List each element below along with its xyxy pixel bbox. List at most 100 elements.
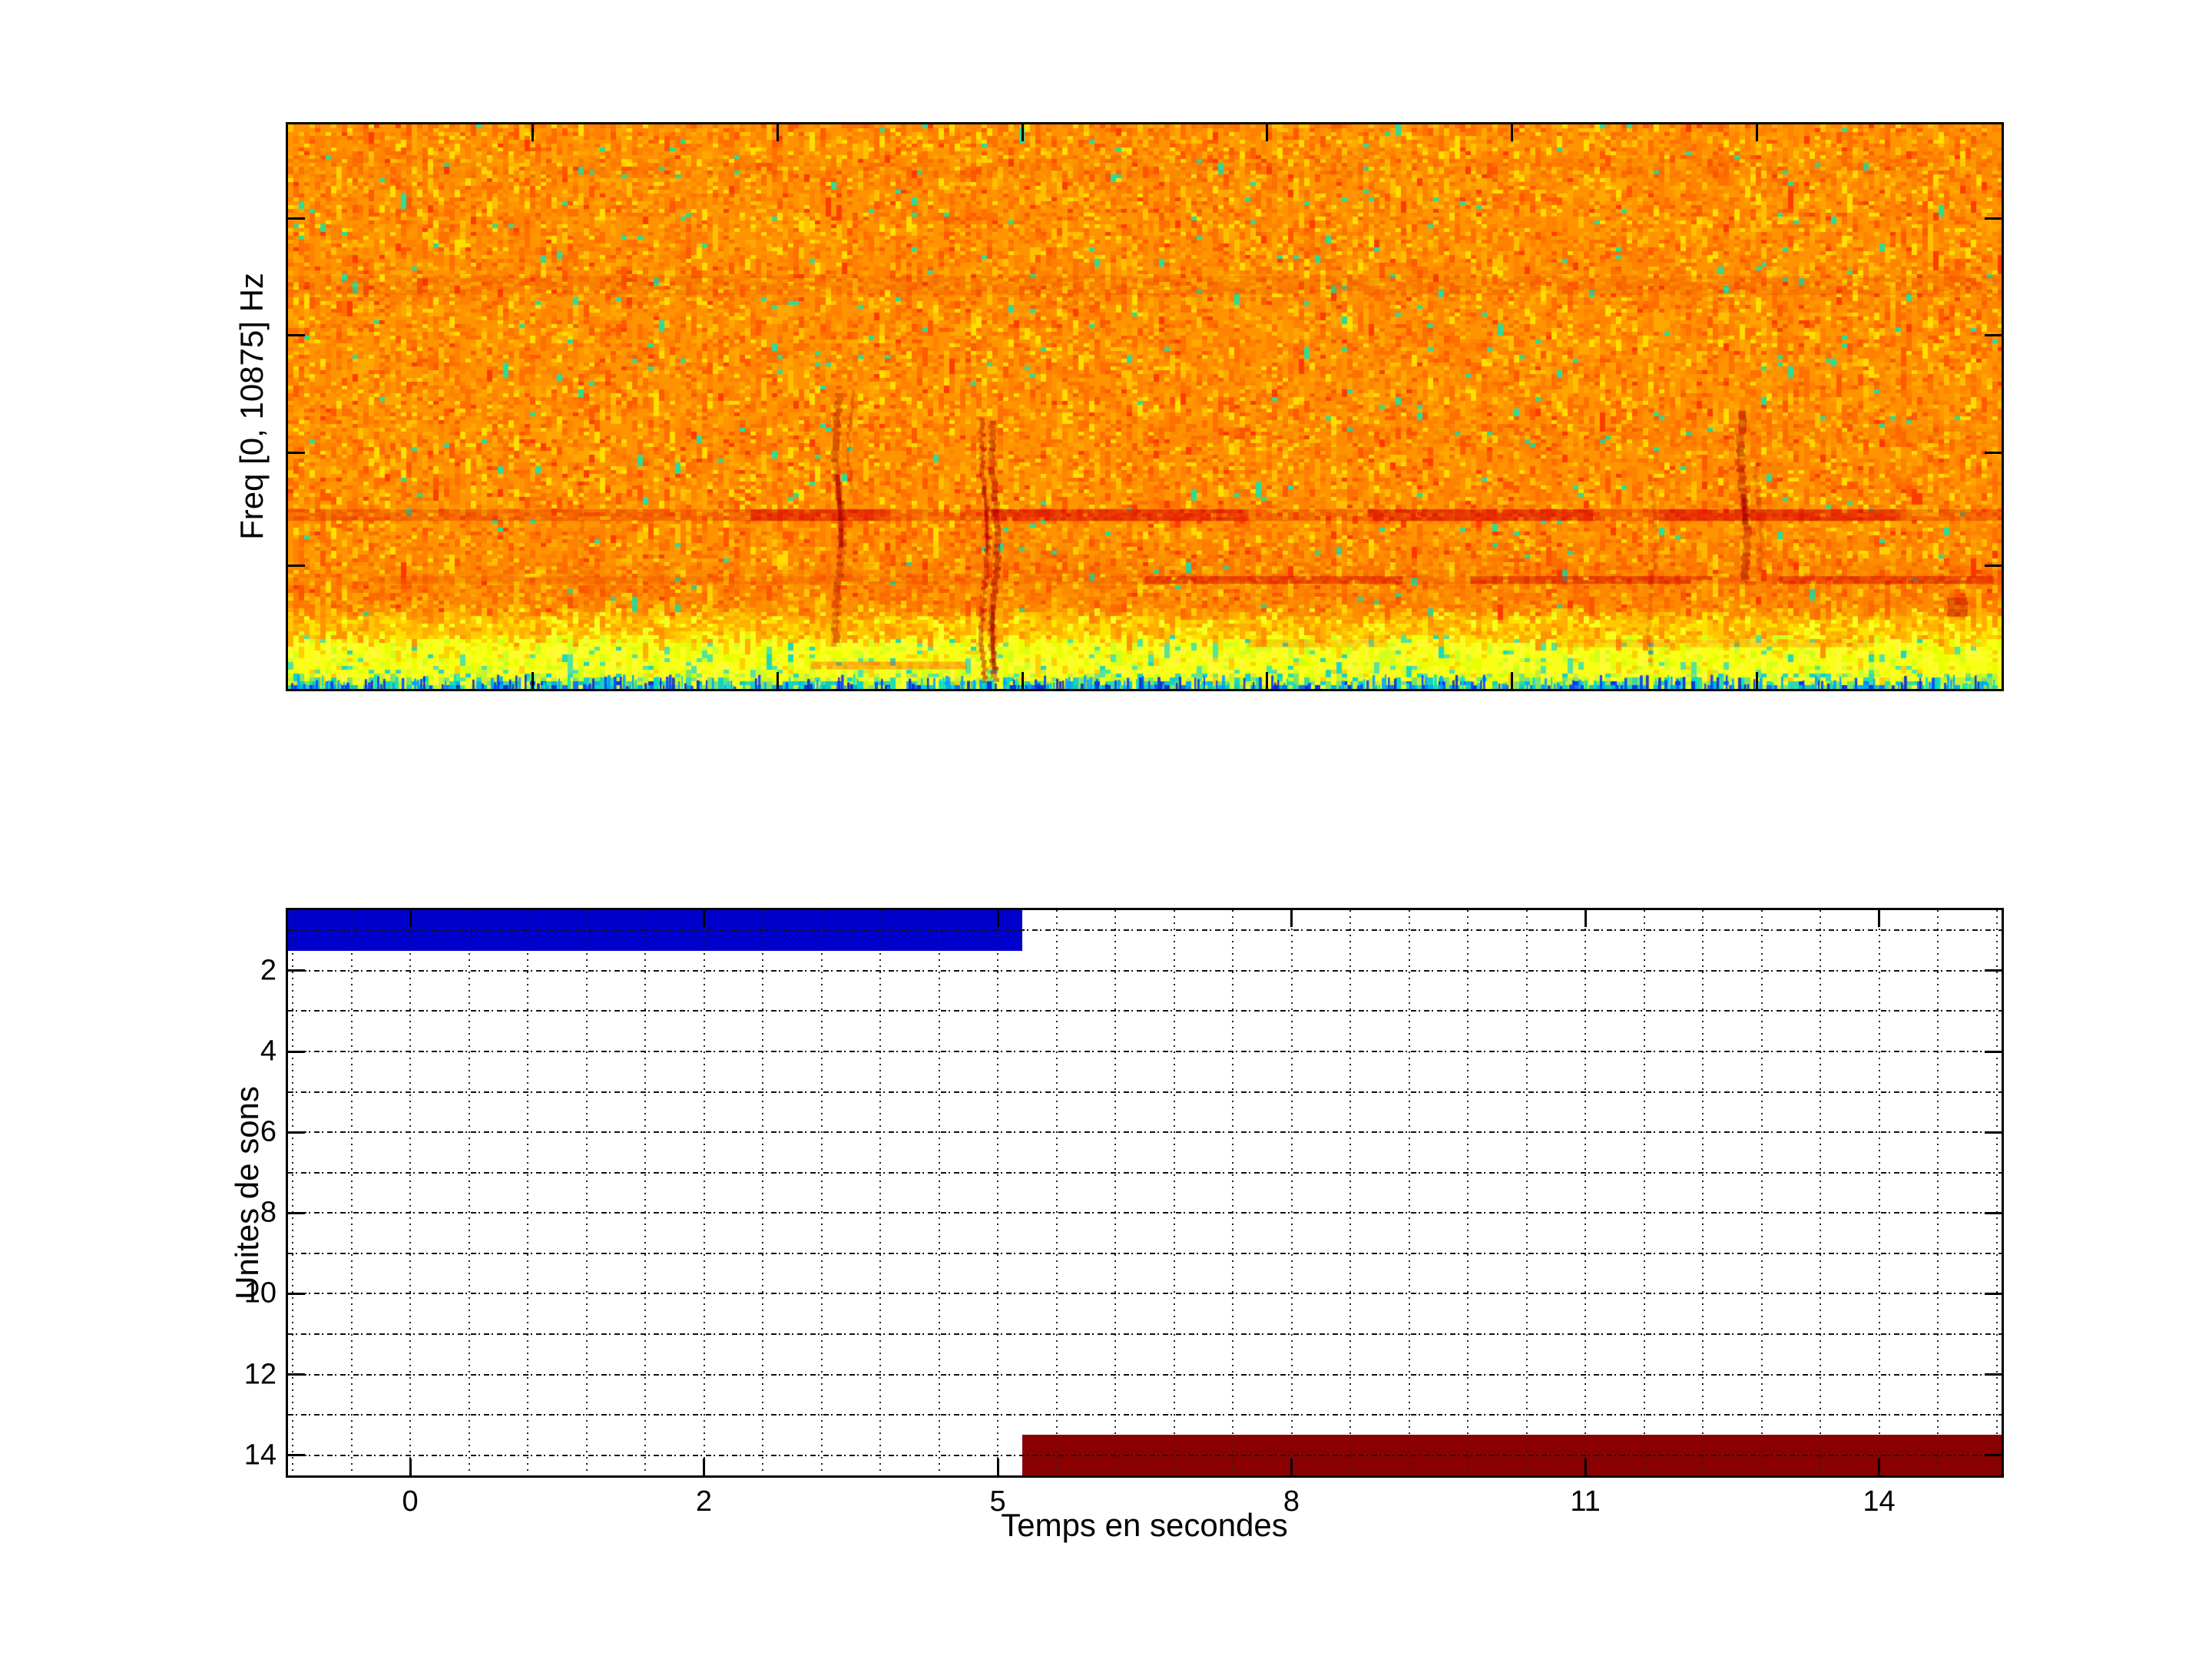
tick-mark (1511, 672, 1513, 689)
grid-line-vertical (1526, 910, 1528, 1475)
grid-line-vertical (1937, 910, 1939, 1475)
tick-mark (1985, 969, 2002, 972)
tick-mark (1878, 910, 1880, 927)
tick-mark (1022, 672, 1024, 689)
grid-line-horizontal (288, 1131, 2002, 1133)
tick-mark (409, 910, 412, 927)
grid-line-horizontal (288, 1293, 2002, 1294)
tick-mark (1022, 124, 1024, 141)
tick-mark (1985, 1293, 2002, 1295)
grid-line-vertical (1820, 910, 1821, 1475)
grid-line-vertical (821, 910, 823, 1475)
grid-line-vertical (1291, 910, 1293, 1475)
grid-line-horizontal (288, 1414, 2002, 1416)
spectrogram-ylabel: Freq [0, 10875] Hz (233, 273, 270, 540)
x-tick-label: 14 (1863, 1485, 1895, 1518)
x-tick-label: 0 (402, 1485, 418, 1518)
grid-line-horizontal (288, 1333, 2002, 1335)
tick-mark (1266, 672, 1268, 689)
tick-mark (1985, 217, 2002, 220)
tick-mark (288, 1131, 305, 1134)
tick-mark (288, 565, 305, 567)
grid-line-horizontal (288, 1051, 2002, 1052)
grid-line-horizontal (288, 929, 2002, 931)
x-tick-label: 2 (696, 1485, 712, 1518)
tick-mark (288, 1051, 305, 1053)
grid-line-vertical (1349, 910, 1351, 1475)
tick-mark (1985, 1131, 2002, 1134)
grid-line-horizontal (288, 1172, 2002, 1174)
tick-mark (1756, 124, 1758, 141)
tick-mark (703, 910, 705, 927)
tick-mark (703, 1459, 705, 1475)
tick-mark (1985, 1212, 2002, 1214)
grid-line-horizontal (288, 970, 2002, 972)
grid-line-vertical (469, 910, 470, 1475)
tick-mark (1985, 334, 2002, 336)
grid-line-vertical (409, 910, 411, 1475)
tick-mark (1878, 1459, 1880, 1475)
grid-line-horizontal (288, 1091, 2002, 1093)
tick-mark (1511, 124, 1513, 141)
tick-mark (1985, 1051, 2002, 1053)
tick-mark (1756, 672, 1758, 689)
tick-mark (288, 1212, 305, 1214)
tick-mark (1266, 124, 1268, 141)
grid-line-vertical (1232, 910, 1233, 1475)
figure-canvas: Freq [0, 10875] Hz Unites de sons Temps … (0, 0, 2212, 1659)
tick-mark (1985, 452, 2002, 454)
grid-line-vertical (1702, 910, 1704, 1475)
tick-mark (1985, 1454, 2002, 1456)
tick-mark (777, 124, 779, 141)
grid-line-vertical (1644, 910, 1645, 1475)
tick-mark (288, 969, 305, 972)
spectrogram-image (288, 124, 2002, 689)
grid-line-vertical (1996, 910, 1998, 1475)
grid-line-vertical (939, 910, 940, 1475)
tick-mark (1584, 910, 1587, 927)
y-tick-label: 2 (207, 954, 276, 987)
grid-line-vertical (704, 910, 705, 1475)
tick-mark (531, 124, 534, 141)
tick-mark (1985, 565, 2002, 567)
tick-mark (777, 672, 779, 689)
grid-line-vertical (879, 910, 881, 1475)
grid-line-horizontal (288, 1455, 2002, 1456)
tick-mark (1985, 1373, 2002, 1376)
grid-line-vertical (1409, 910, 1410, 1475)
y-tick-label: 6 (207, 1116, 276, 1149)
x-tick-label: 8 (1283, 1485, 1300, 1518)
grid-line-vertical (1761, 910, 1763, 1475)
tick-mark (1584, 1459, 1587, 1475)
tick-mark (288, 334, 305, 336)
grid-line-vertical (1584, 910, 1586, 1475)
tick-mark (1290, 910, 1293, 927)
y-tick-label: 12 (207, 1358, 276, 1391)
grid-line-vertical (527, 910, 528, 1475)
tick-mark (288, 1454, 305, 1456)
grid-line-vertical (586, 910, 588, 1475)
time-xlabel: Temps en secondes (1001, 1507, 1288, 1544)
y-tick-label: 14 (207, 1439, 276, 1472)
spectrogram-plot (286, 122, 2004, 691)
grid-line-vertical (997, 910, 998, 1475)
tick-mark (997, 1459, 999, 1475)
grid-line-vertical (1114, 910, 1116, 1475)
grid-line-horizontal (288, 1253, 2002, 1254)
tick-mark (1290, 1459, 1293, 1475)
y-tick-label: 8 (207, 1197, 276, 1230)
y-tick-label: 10 (207, 1277, 276, 1310)
grid-line-vertical (1056, 910, 1058, 1475)
tick-mark (288, 217, 305, 220)
grid-line-horizontal (288, 1212, 2002, 1214)
grid-line-horizontal (288, 1374, 2002, 1376)
grid-line-vertical (292, 910, 293, 1475)
grid-line-vertical (1174, 910, 1175, 1475)
grid-line-vertical (1467, 910, 1469, 1475)
x-tick-label: 5 (990, 1485, 1006, 1518)
tick-mark (288, 1373, 305, 1376)
x-tick-label: 11 (1570, 1485, 1600, 1518)
y-tick-label: 4 (207, 1035, 276, 1068)
tick-mark (409, 1459, 412, 1475)
tick-mark (288, 1293, 305, 1295)
